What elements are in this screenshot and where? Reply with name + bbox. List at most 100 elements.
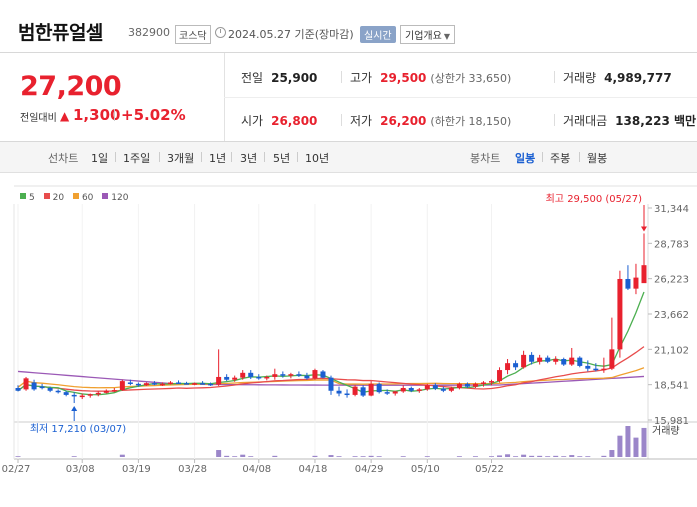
y-tick-label: 28,783 [654,239,689,250]
change-percent: +5.02% [121,106,186,124]
candle-body [280,374,286,376]
period-10y[interactable]: 10년 [305,150,329,166]
lower-limit: (하한가 18,150) [430,115,512,128]
x-tick-label: 03/19 [122,464,151,475]
candle-body [464,383,470,387]
period-1d[interactable]: 1일 [91,150,108,166]
period-bar: 선차트 1일 1주일 3개월 1년 3년 5년 10년 봉차트 일봉 주봉 월봉 [0,141,697,173]
volume-bar [312,455,318,457]
volume-axis-label: 거래량 [652,425,680,437]
candle-body [31,382,37,390]
candle-body [489,381,495,383]
candle-body [456,383,462,388]
candlestick-chart[interactable]: 31,34428,78326,22323,66221,10218,54115,9… [0,172,697,507]
volume-bar [328,455,334,457]
candle-body [400,387,406,392]
volume-bar [537,455,543,457]
high-price: 고가 29,500 (상한가 33,650) [350,69,511,86]
candle-body [143,383,149,386]
volume-bar [224,455,230,457]
quote-date: 2024.05.27 기준(장마감) [228,28,354,41]
y-tick-label: 23,662 [654,310,689,321]
volume-bar [240,454,246,457]
candle-daily[interactable]: 일봉 [515,150,535,166]
volume-value: 4,989,777 [604,71,672,85]
company-info-dropdown[interactable]: 기업개요 ▼ [400,25,455,44]
candle-body [633,277,639,289]
candle-body [360,387,366,396]
divider [542,152,543,162]
high-value: 29,500 [380,71,427,85]
volume-bar [232,456,238,457]
low-arrow-head [71,406,78,412]
candle-body [312,370,318,379]
candle-body [151,383,157,385]
candle-body [480,382,486,384]
candle-body [23,378,29,390]
candle-body [71,394,77,397]
divider [159,152,160,162]
y-tick-label: 26,223 [654,275,689,286]
volume-bar [585,456,591,457]
x-tick-label: 04/18 [299,464,328,475]
candle-body [208,383,214,386]
candle-body [553,359,559,362]
volume-label: 거래량 [563,71,597,85]
high-arrow-head [640,226,647,232]
divider [115,152,116,162]
candle-body [368,383,374,396]
stock-code: 382900 [128,26,170,39]
volume-bar [497,455,503,457]
candle-weekly[interactable]: 주봉 [550,150,570,166]
clock-icon [215,27,226,38]
candle-chart-title: 봉차트 [470,152,501,165]
period-1w[interactable]: 1주일 [123,150,150,166]
low-annotation: 최저 17,210 (03/07) [30,423,126,435]
divider [231,152,232,162]
candle-monthly[interactable]: 월봉 [587,150,607,166]
volume-bar [119,454,125,457]
stock-header: 범한퓨얼셀 382900 코스닥 2024.05.27 기준(장마감) 실시간 … [0,0,697,52]
candle-body [192,383,198,385]
company-info-label: 기업개요 [405,31,442,42]
market-badge: 코스닥 [175,25,211,44]
candle-body [328,377,334,391]
period-3m[interactable]: 3개월 [167,150,194,166]
candle-body [288,374,294,376]
period-3y[interactable]: 3년 [240,150,257,166]
candle-body [497,370,503,382]
realtime-button[interactable]: 실시간 [360,26,396,43]
volume-bar [601,455,607,457]
candle-body [320,371,326,378]
y-tick-label: 31,344 [654,204,689,215]
candle-body [55,390,61,393]
candle-body [408,387,414,391]
low-price: 저가 26,200 (하한가 18,150) [350,112,511,129]
volume-bar [569,455,575,457]
volume-bar [15,456,21,457]
period-5y[interactable]: 5년 [273,150,290,166]
line-chart-title: 선차트 [48,152,79,165]
candle-body [609,349,615,369]
x-tick-label: 03/08 [66,464,95,475]
candle-body [184,383,190,385]
candle-body [641,265,647,284]
period-1y[interactable]: 1년 [209,150,226,166]
candle-body [248,372,254,377]
quote-panel: 27,200 전일대비 ▲ 1,300 +5.02% 전일 25,900 고가 29… [0,52,697,141]
candle-body [440,388,446,391]
candle-body [601,368,607,371]
candle-body [167,382,173,384]
prev-close-value: 25,900 [271,71,318,85]
volume-bar [617,435,623,457]
candle-body [545,357,551,362]
candle-body [95,392,101,395]
candle-body [432,385,438,389]
candle-body [264,376,270,379]
candle-body [585,365,591,369]
low-value: 26,200 [380,114,427,128]
volume-bar [561,456,567,457]
y-tick-label: 18,541 [654,381,689,392]
candle-body [384,392,390,394]
divider [341,71,342,83]
